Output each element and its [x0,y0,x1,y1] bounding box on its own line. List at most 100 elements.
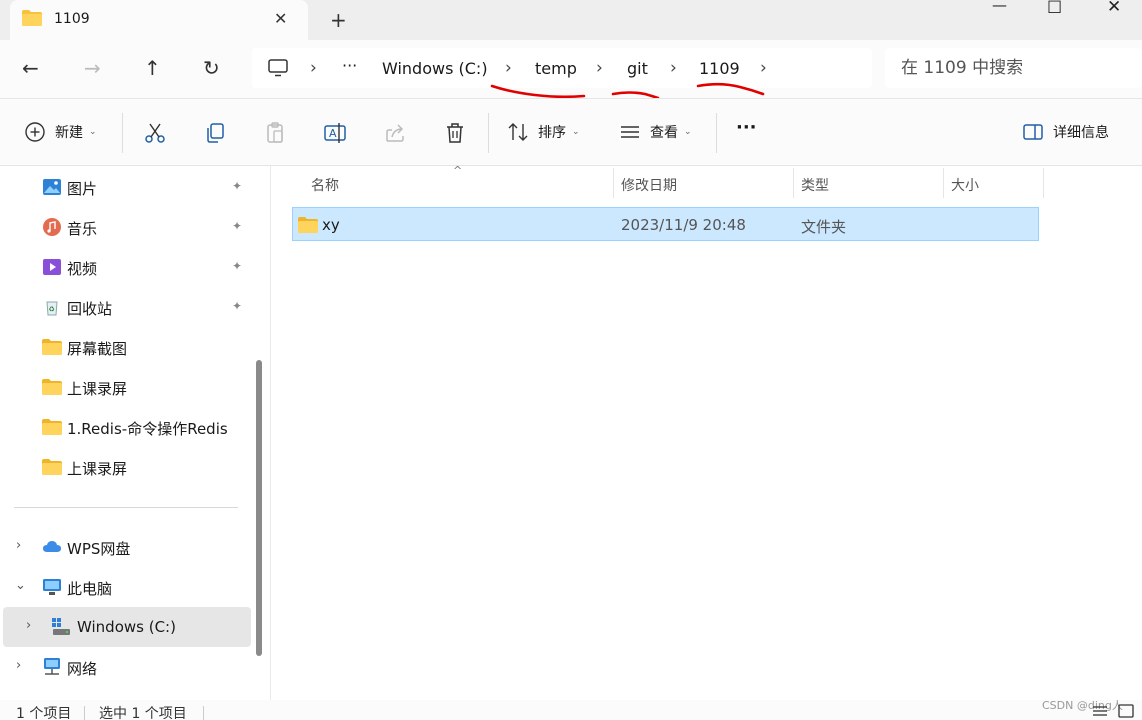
details-pane-label: 详细信息 [1053,125,1109,141]
sidebar-item-windows-c[interactable]: › Windows (C:) [3,607,251,647]
tiles-view-icon[interactable] [1118,704,1134,718]
sidebar-item-wps-drive[interactable]: › WPS网盘 [0,527,248,567]
sidebar-item-music[interactable]: 音乐 ✦ [0,207,248,247]
column-header-label: 类型 [801,178,829,194]
column-header-size[interactable]: 大小 [951,166,1041,200]
sidebar-scrollbar[interactable] [256,360,262,656]
column-divider[interactable] [943,168,944,198]
tab-bar: 1109 ✕ + — ☐ ✕ [0,0,1142,40]
navigation-pane: 图片 ✦ 音乐 ✦ 视频 ✦ ♻ 回收站 ✦ 屏幕截图 上课录屏 1.Redis… [0,166,270,700]
toolbar-divider [122,113,123,153]
command-bar: 新建 ⌄ A 排序 ⌄ 查看 ⌄ ··· 详细信息 [0,98,1142,166]
delete-icon[interactable] [443,121,467,145]
status-divider [203,706,204,720]
refresh-icon[interactable]: ↻ [203,56,220,80]
sort-button[interactable]: 排序 ⌄ [507,121,580,143]
svg-text:♻: ♻ [49,306,55,314]
breadcrumb-windows-c[interactable]: Windows (C:) [382,59,488,78]
column-divider[interactable] [613,168,614,198]
sidebar-item-videos[interactable]: 视频 ✦ [0,247,248,287]
sidebar-item-class-recording-2[interactable]: 上课录屏 [0,447,248,487]
view-list-icon [621,126,639,138]
folder-icon [42,419,62,435]
tab-1109[interactable]: 1109 ✕ [10,0,308,40]
column-header-modified[interactable]: 修改日期 [621,166,791,200]
breadcrumb-chevron[interactable]: › [760,58,767,78]
sidebar-item-label: 视频 [67,260,98,278]
tab-title: 1109 [54,11,90,27]
sidebar-item-label: 上课录屏 [67,460,128,478]
chevron-right-icon[interactable]: › [16,538,21,553]
details-pane-button[interactable]: 详细信息 [1022,121,1109,143]
video-icon [43,259,61,275]
file-row[interactable]: xy 2023/11/9 20:48 文件夹 [292,207,1039,241]
share-icon[interactable] [383,121,407,145]
up-icon[interactable]: ↑ [144,56,161,80]
rename-icon[interactable]: A [323,121,347,145]
minimize-button[interactable]: — [992,0,1007,14]
drive-icon [52,618,70,635]
breadcrumb-temp[interactable]: temp [535,59,577,78]
new-button-label: 新建 [55,125,83,141]
copy-icon[interactable] [203,121,227,145]
sidebar-item-class-recording[interactable]: 上课录屏 [0,367,248,407]
column-header-name[interactable]: 名称 ^ [311,164,611,200]
computer-icon [268,59,288,77]
navigation-bar: ← → ↑ ↻ › ··· Windows (C:) › temp › git … [0,40,1142,98]
pictures-icon [43,179,61,195]
add-circle-icon [25,122,45,142]
pin-icon: ✦ [232,259,243,273]
more-options-button[interactable]: ··· [736,117,757,138]
breadcrumb-chevron[interactable]: › [670,58,677,78]
paste-icon[interactable] [263,121,287,145]
forward-icon[interactable]: → [84,56,101,80]
chevron-down-icon: ⌄ [572,127,580,137]
sidebar-item-screenshots[interactable]: 屏幕截图 [0,327,248,367]
view-button[interactable]: 查看 ⌄ [619,121,692,143]
sidebar-item-label: 此电脑 [67,580,113,598]
sidebar-item-this-pc[interactable]: ⌄ 此电脑 [0,567,248,607]
breadcrumb-chevron[interactable]: › [596,58,603,78]
column-header-type[interactable]: 类型 [801,166,941,200]
sidebar-item-recycle-bin[interactable]: ♻ 回收站 ✦ [0,287,248,327]
item-count: 1 个项目 [16,706,72,720]
sort-button-label: 排序 [538,125,566,141]
address-bar[interactable]: › ··· Windows (C:) › temp › git › 1109 › [252,48,872,88]
chevron-down-icon[interactable]: ⌄ [15,578,26,593]
recycle-bin-icon: ♻ [46,301,58,316]
column-divider[interactable] [1043,168,1044,198]
details-view-icon[interactable] [1092,704,1108,718]
cloud-icon [43,541,61,552]
chevron-down-icon: ⌄ [89,127,97,137]
chevron-right-icon[interactable]: › [16,658,21,673]
maximize-button[interactable]: ☐ [1047,0,1062,18]
close-window-button[interactable]: ✕ [1107,0,1121,17]
breadcrumb-chevron[interactable]: › [505,58,512,78]
file-modified: 2023/11/9 20:48 [621,216,746,234]
new-button[interactable]: 新建 ⌄ [24,121,97,143]
sidebar-item-label: 图片 [67,180,98,198]
sidebar-item-pictures[interactable]: 图片 ✦ [0,167,248,207]
sidebar-item-redis[interactable]: 1.Redis-命令操作Redis [0,407,248,447]
breadcrumb-overflow-button[interactable]: ··· [342,56,357,75]
chevron-right-icon[interactable]: › [26,618,31,633]
breadcrumb-chevron[interactable]: › [310,58,317,78]
folder-icon [22,10,42,26]
sidebar-item-label: 上课录屏 [67,380,128,398]
column-divider[interactable] [793,168,794,198]
breadcrumb-git[interactable]: git [627,59,648,78]
details-pane-icon [1023,124,1043,140]
cut-icon[interactable] [143,121,167,145]
breadcrumb-1109[interactable]: 1109 [699,59,740,78]
pin-icon: ✦ [232,299,243,313]
close-tab-icon[interactable]: ✕ [274,9,287,28]
sidebar-item-label: 1.Redis-命令操作Redis [67,420,228,438]
search-input[interactable] [885,48,1142,88]
back-icon[interactable]: ← [22,56,39,80]
selection-count: 选中 1 个项目 [99,706,187,720]
new-tab-button[interactable]: + [330,8,347,32]
sidebar-item-network[interactable]: › 网络 [0,647,248,687]
view-button-label: 查看 [650,125,678,141]
folder-icon [298,217,318,233]
file-explorer-window: 1109 ✕ + — ☐ ✕ ← → ↑ ↻ › ··· Windows (C:… [0,0,1142,720]
